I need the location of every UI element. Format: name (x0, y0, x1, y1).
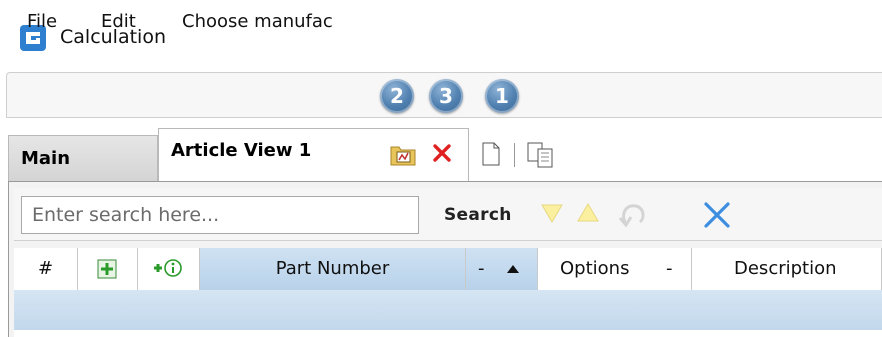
column-options-label: Options (560, 258, 630, 279)
column-part-number[interactable]: Part Number (200, 248, 466, 290)
search-button[interactable]: Search (444, 205, 512, 225)
clear-search-icon[interactable] (700, 198, 734, 232)
new-page-icon[interactable] (480, 141, 502, 167)
overview-icon[interactable] (390, 142, 416, 166)
tab-tools-separator (514, 143, 515, 167)
close-tab-icon[interactable] (430, 141, 454, 165)
menu-edit[interactable]: Edit (101, 11, 136, 33)
filter-down-icon[interactable] (540, 202, 564, 224)
callout-badge-3: 3 (429, 79, 463, 113)
column-options-dash: - (666, 258, 673, 279)
column-part-number-label: Part Number (275, 258, 390, 279)
callout-badge-2: 2 (380, 79, 414, 113)
menu-file[interactable]: File (27, 11, 57, 33)
add-info-icon[interactable] (153, 257, 183, 279)
undo-icon[interactable] (618, 200, 648, 228)
column-row-number[interactable]: # (14, 248, 78, 290)
column-part-number-dash: - (478, 258, 485, 279)
grid-body (14, 330, 882, 337)
column-add-row[interactable] (78, 248, 138, 290)
column-description[interactable]: Description (692, 248, 882, 290)
sort-ascending-icon[interactable] (506, 264, 520, 274)
search-input[interactable] (21, 196, 419, 234)
tab-main[interactable]: Main (8, 135, 158, 181)
grid-filter-row[interactable] (14, 290, 882, 330)
add-row-icon[interactable] (97, 259, 117, 279)
column-add-info[interactable] (138, 248, 200, 290)
menu-choose-manufacturer[interactable]: Choose manufac (182, 11, 333, 33)
copy-page-icon[interactable] (526, 141, 560, 169)
tab-article-view-label: Article View 1 (171, 140, 312, 161)
column-options[interactable]: Options - (538, 248, 692, 290)
column-part-number-sort[interactable]: - (466, 248, 538, 290)
tab-main-label: Main (21, 148, 71, 169)
callout-badge-1: 1 (485, 79, 519, 113)
filter-up-icon[interactable] (576, 202, 600, 224)
tab-article-view[interactable]: Article View 1 (158, 128, 469, 182)
